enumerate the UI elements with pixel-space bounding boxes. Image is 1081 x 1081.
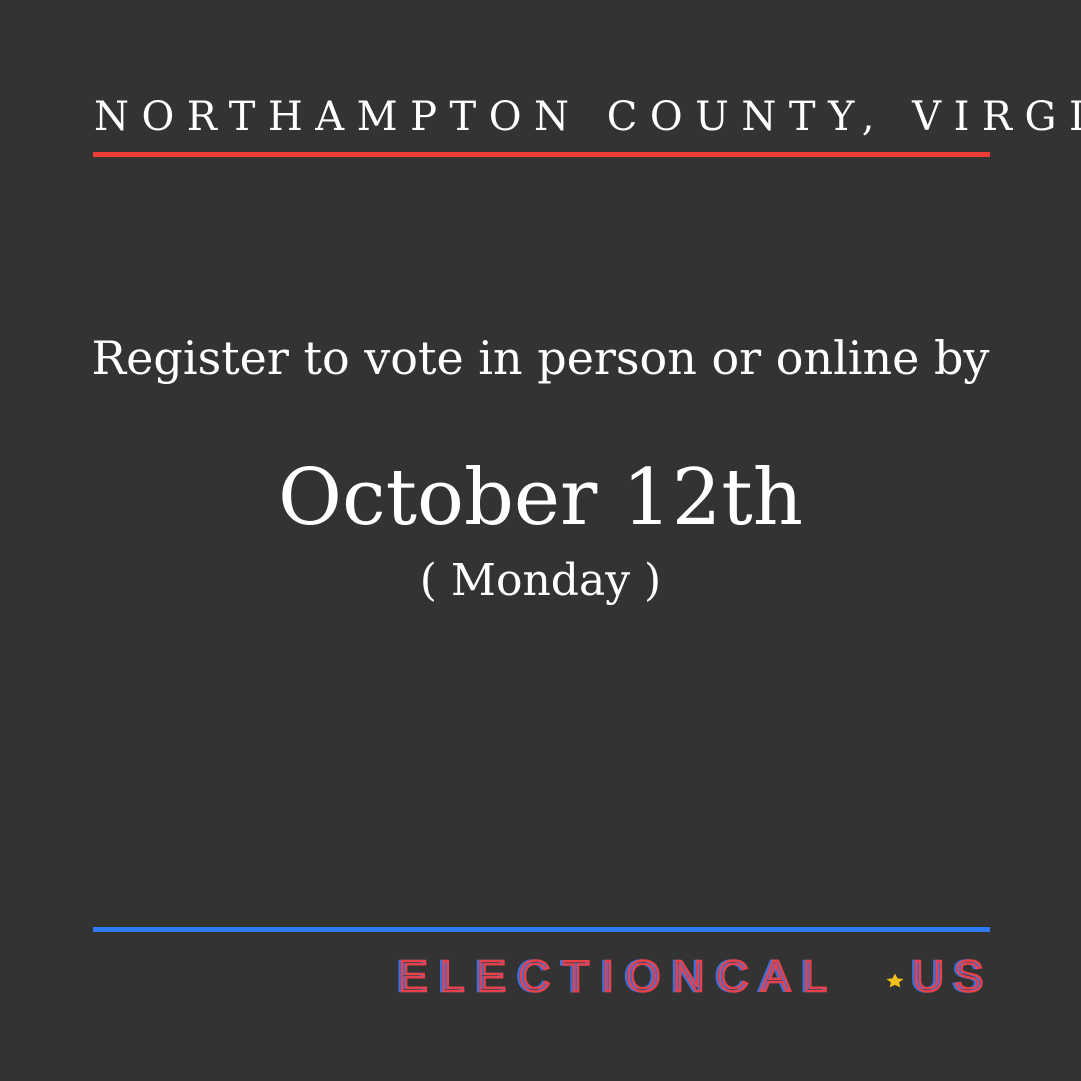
deadline-weekday: ( Monday ) — [419, 555, 662, 606]
county-title: NORTHAMPTON COUNTY, VIRGINIA — [94, 94, 1081, 140]
footer-divider — [93, 927, 990, 932]
title-underline — [93, 152, 990, 157]
star-icon — [886, 973, 904, 988]
electioncal-logo: ELECTIONCAL ELECTIONCAL US US — [396, 953, 993, 995]
election-card: NORTHAMPTON COUNTY, VIRGINIA Register to… — [0, 0, 1081, 1081]
deadline-date: October 12th — [278, 453, 803, 543]
logo-right-text-overlay: US — [913, 953, 993, 995]
logo-left-text-overlay: ELECTIONCAL — [399, 953, 840, 995]
registration-instruction: Register to vote in person or online by — [91, 331, 990, 385]
